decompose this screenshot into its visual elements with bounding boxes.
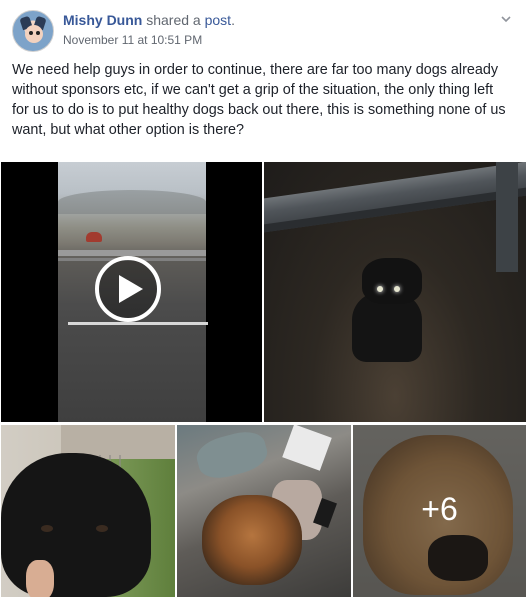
shared-post-link[interactable]: post (205, 12, 231, 28)
photo-more[interactable]: +6 (353, 425, 526, 597)
headline-period: . (231, 12, 235, 28)
video-thumbnail[interactable] (1, 162, 262, 422)
photo-black-dog[interactable] (1, 425, 175, 597)
author-name[interactable]: Mishy Dunn (63, 12, 142, 28)
post-header: Mishy Dunn shared a post. November 11 at… (12, 10, 514, 54)
post-timestamp[interactable]: November 11 at 10:51 PM (63, 33, 235, 47)
chevron-down-icon[interactable] (500, 12, 512, 24)
photo-dog-guardrail[interactable] (264, 162, 526, 422)
post-action-text: shared a (146, 12, 201, 28)
post-text: We need help guys in order to continue, … (12, 62, 506, 138)
play-icon[interactable] (95, 256, 161, 322)
more-photos-count: +6 (421, 491, 458, 527)
post-headline: Mishy Dunn shared a post. (63, 12, 235, 28)
post-meta: Mishy Dunn shared a post. November 11 at… (63, 12, 235, 47)
photo-dog-in-rubbish[interactable] (177, 425, 351, 597)
avatar[interactable] (12, 10, 54, 52)
